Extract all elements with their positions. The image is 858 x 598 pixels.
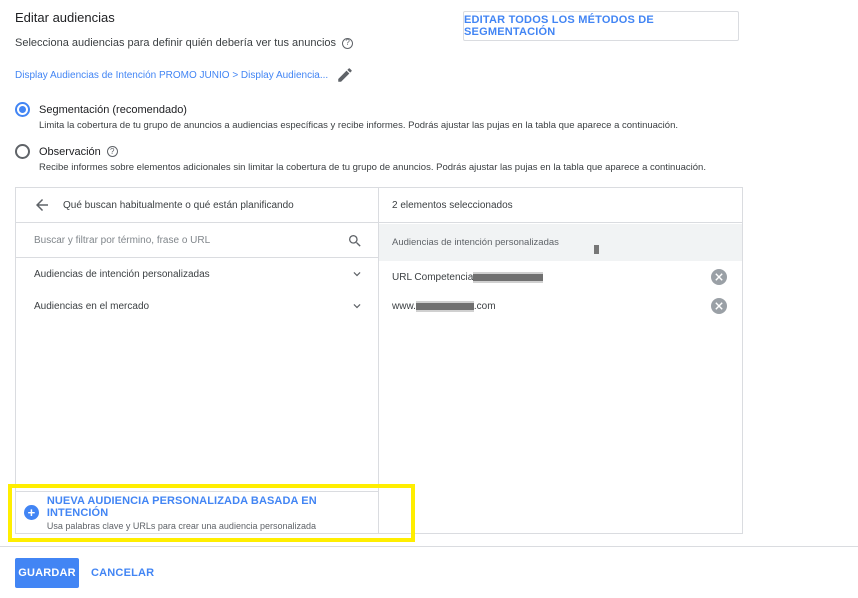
list-item-label: Audiencias en el mercado <box>34 300 150 312</box>
remove-icon[interactable] <box>711 269 727 285</box>
help-icon[interactable]: ? <box>106 146 118 157</box>
mode-desc-targeting: Limita la cobertura de tu grupo de anunc… <box>39 120 678 131</box>
selected-item: URL Competencia <box>379 263 742 291</box>
chevron-down-icon[interactable] <box>350 299 364 313</box>
page-subtitle: Selecciona audiencias para definir quién… <box>15 37 354 49</box>
mode-label-targeting: Segmentación (recomendado) <box>39 103 187 116</box>
search-row <box>16 224 378 258</box>
search-input[interactable] <box>34 235 334 246</box>
selected-item-prefix: URL Competencia <box>392 271 474 283</box>
chevron-down-icon[interactable] <box>350 267 364 281</box>
subtitle-text: Selecciona audiencias para definir quién… <box>15 37 337 49</box>
selected-group-header: Audiencias de intención personalizadas <box>379 224 742 261</box>
mode-option-observation[interactable]: Observación ? <box>15 144 118 159</box>
selected-item-prefix: www. <box>392 300 416 312</box>
new-audience-title: NUEVA AUDIENCIA PERSONALIZADA BASADA EN … <box>46 494 317 519</box>
plus-icon: + <box>24 505 39 520</box>
list-item-label: Audiencias de intención personalizadas <box>34 268 210 280</box>
selected-item: www. .com <box>379 292 742 320</box>
page-title: Editar audiencias <box>15 10 115 25</box>
remove-icon[interactable] <box>711 298 727 314</box>
radio-targeting[interactable] <box>15 102 30 117</box>
edit-all-targeting-button[interactable]: EDITAR TODOS LOS MÉTODOS DE SEGMENTACIÓN <box>463 11 739 41</box>
selected-header: 2 elementos seleccionados <box>379 188 742 223</box>
list-item-in-market[interactable]: Audiencias en el mercado <box>16 290 378 322</box>
browse-header: Qué buscan habitualmente o qué están pla… <box>16 188 378 223</box>
breadcrumb: Display Audiencias de Intención PROMO JU… <box>15 66 354 84</box>
back-arrow-icon[interactable] <box>33 196 51 214</box>
pencil-icon[interactable] <box>336 66 354 84</box>
breadcrumb-link[interactable]: Display Audiencias de Intención PROMO JU… <box>15 70 328 81</box>
list-item-custom-intent[interactable]: Audiencias de intención personalizadas <box>16 258 378 290</box>
redacted-block <box>415 300 474 312</box>
selected-item-suffix: .com <box>473 300 496 312</box>
cancel-button[interactable]: CANCELAR <box>91 558 154 588</box>
browse-header-text: Qué buscan habitualmente o qué están pla… <box>63 199 294 211</box>
new-audience-desc: Usa palabras clave y URLs para crear una… <box>46 520 316 531</box>
radio-observation[interactable] <box>15 144 30 159</box>
mode-label-observation: Observación ? <box>39 146 118 158</box>
mode-label-observation-text: Observación <box>39 145 101 158</box>
footer-divider <box>0 546 858 547</box>
save-button[interactable]: GUARDAR <box>15 558 79 588</box>
redacted-block <box>473 271 544 283</box>
mode-option-targeting[interactable]: Segmentación (recomendado) <box>15 102 187 117</box>
redaction-mark <box>594 245 599 254</box>
new-custom-intent-audience-button[interactable]: + NUEVA AUDIENCIA PERSONALIZADA BASADA E… <box>16 491 378 533</box>
search-icon[interactable] <box>347 233 363 249</box>
mode-desc-observation: Recibe informes sobre elementos adiciona… <box>39 162 706 173</box>
help-icon[interactable]: ? <box>342 37 354 49</box>
